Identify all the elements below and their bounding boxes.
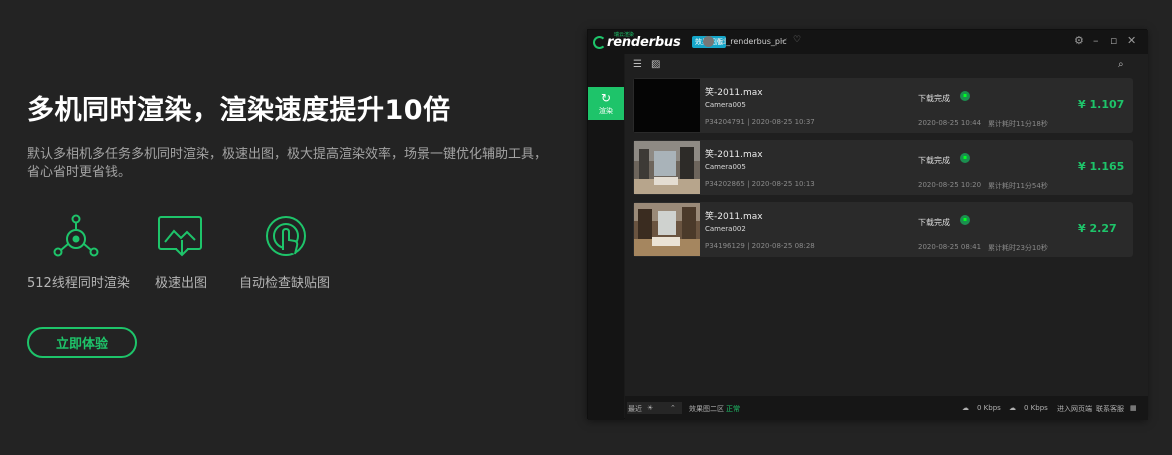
web-portal-link[interactable]: 进入网页端 xyxy=(1057,404,1092,414)
job-thumbnail xyxy=(634,141,700,194)
job-row[interactable]: 笑-2011.max Camera002 P34196129 | 2020-08… xyxy=(633,202,1133,257)
shield-icon[interactable]: ♡ xyxy=(793,35,801,45)
job-row[interactable]: 笑-2011.max Camera005 P34202865 | 2020-08… xyxy=(633,140,1133,195)
job-camera: Camera002 xyxy=(705,225,746,233)
upload-cloud-icon: ☁ xyxy=(962,404,969,412)
region-name[interactable]: 效果图二区 xyxy=(689,404,724,414)
job-status: 下载完成 xyxy=(918,94,950,103)
list-view-icon[interactable]: ☰ xyxy=(633,59,642,70)
download-cloud-icon: ☁ xyxy=(1009,404,1016,412)
sun-icon: ☀ xyxy=(647,404,654,412)
folder-icon[interactable]: ▪ xyxy=(960,215,970,225)
try-now-button[interactable]: 立即体验 xyxy=(27,327,137,358)
download-speed: 0 Kbps xyxy=(1024,404,1048,412)
filter-select-value: 最近 xyxy=(628,405,642,413)
close-icon[interactable]: ✕ xyxy=(1127,34,1136,47)
search-icon[interactable]: ⌕ xyxy=(1118,59,1124,70)
titlebar: 瑞云渲染 renderbus 效果图版 td_renderbus_pic ⌵ ♡… xyxy=(588,30,1148,54)
job-camera: Camera005 xyxy=(705,163,746,171)
folder-icon[interactable]: ▪ xyxy=(960,91,970,101)
job-price: ¥ 1.165 xyxy=(1078,160,1125,173)
minimize-icon[interactable]: – xyxy=(1093,34,1099,47)
job-price: ¥ 1.107 xyxy=(1078,98,1125,111)
renderbus-logo: 瑞云渲染 renderbus xyxy=(592,32,692,51)
upload-speed: 0 Kbps xyxy=(977,404,1001,412)
job-id-date: P34204791 | 2020-08-25 10:37 xyxy=(705,118,815,126)
job-filename: 笑-2011.max xyxy=(705,150,763,160)
avatar[interactable] xyxy=(703,36,714,47)
touch-scan-icon xyxy=(266,216,306,256)
qr-code-icon[interactable]: ▦ xyxy=(1130,404,1137,412)
job-status: 下载完成 xyxy=(918,218,950,227)
feature-label: 512线程同时渲染 xyxy=(27,276,130,291)
chevron-up-icon[interactable]: ⌃ xyxy=(670,404,676,412)
job-duration: 累计耗时11分54秒 xyxy=(988,182,1048,190)
sidebar: ↻ 渲染 xyxy=(588,54,624,420)
job-row[interactable]: 笑-2011.max Camera005 P34204791 | 2020-08… xyxy=(633,78,1133,133)
page: 多机同时渲染，渲染速度提升10倍 默认多相机多任务多机同时渲染，极速出图，极大提… xyxy=(0,0,1172,455)
folder-icon[interactable]: ▪ xyxy=(960,153,970,163)
job-list-panel: ☰ ▨ ⌕ 笑-2011.max Camera005 P34204791 | 2… xyxy=(625,54,1148,396)
job-done-time: 2020-08-25 08:41 xyxy=(918,243,982,251)
job-done-time: 2020-08-25 10:20 xyxy=(918,181,982,189)
feature-label: 极速出图 xyxy=(155,276,208,291)
app-window: 瑞云渲染 renderbus 效果图版 td_renderbus_pic ⌵ ♡… xyxy=(587,29,1148,420)
maximize-icon[interactable]: ▫ xyxy=(1110,34,1117,47)
headline: 多机同时渲染，渲染速度提升10倍 xyxy=(27,95,451,126)
multi-node-icon xyxy=(53,214,99,257)
job-filename: 笑-2011.max xyxy=(705,88,763,98)
chevron-down-icon[interactable]: ⌵ xyxy=(780,35,787,45)
job-status: 下载完成 xyxy=(918,156,950,165)
statusbar: 最近 ☀ ⌃ 效果图二区 正常 ☁ 0 Kbps ☁ 0 Kbps 进入网页端 … xyxy=(625,396,1148,420)
refresh-icon: ↻ xyxy=(600,90,612,105)
job-thumbnail xyxy=(634,203,700,256)
description: 默认多相机多任务多机同时渲染，极速出图，极大提高渲染效率，场景一键优化辅助工具，… xyxy=(27,147,548,180)
image-view-icon[interactable]: ▨ xyxy=(651,59,660,70)
job-filename: 笑-2011.max xyxy=(705,212,763,222)
job-done-time: 2020-08-25 10:44 xyxy=(918,119,982,127)
username[interactable]: td_renderbus_pic xyxy=(718,37,787,46)
fast-image-download-icon xyxy=(158,216,202,257)
job-duration: 累计耗时23分10秒 xyxy=(988,244,1048,252)
job-id-date: P34202865 | 2020-08-25 10:13 xyxy=(705,180,815,188)
sidebar-item-render[interactable]: ↻ 渲染 xyxy=(588,87,624,120)
gear-icon[interactable]: ⚙ xyxy=(1074,34,1084,47)
contact-support-link[interactable]: 联系客服 xyxy=(1096,404,1124,414)
job-thumbnail xyxy=(634,79,700,132)
job-id-date: P34196129 | 2020-08-25 08:28 xyxy=(705,242,815,250)
job-duration: 累计耗时11分18秒 xyxy=(988,120,1048,128)
job-price: ¥ 2.27 xyxy=(1078,222,1117,235)
sidebar-item-label: 渲染 xyxy=(599,106,613,115)
brand-name: renderbus xyxy=(607,35,681,50)
region-status: 正常 xyxy=(726,405,740,413)
job-camera: Camera005 xyxy=(705,101,746,109)
logo-ring-icon xyxy=(593,36,606,49)
feature-label: 自动检查缺贴图 xyxy=(239,276,331,291)
